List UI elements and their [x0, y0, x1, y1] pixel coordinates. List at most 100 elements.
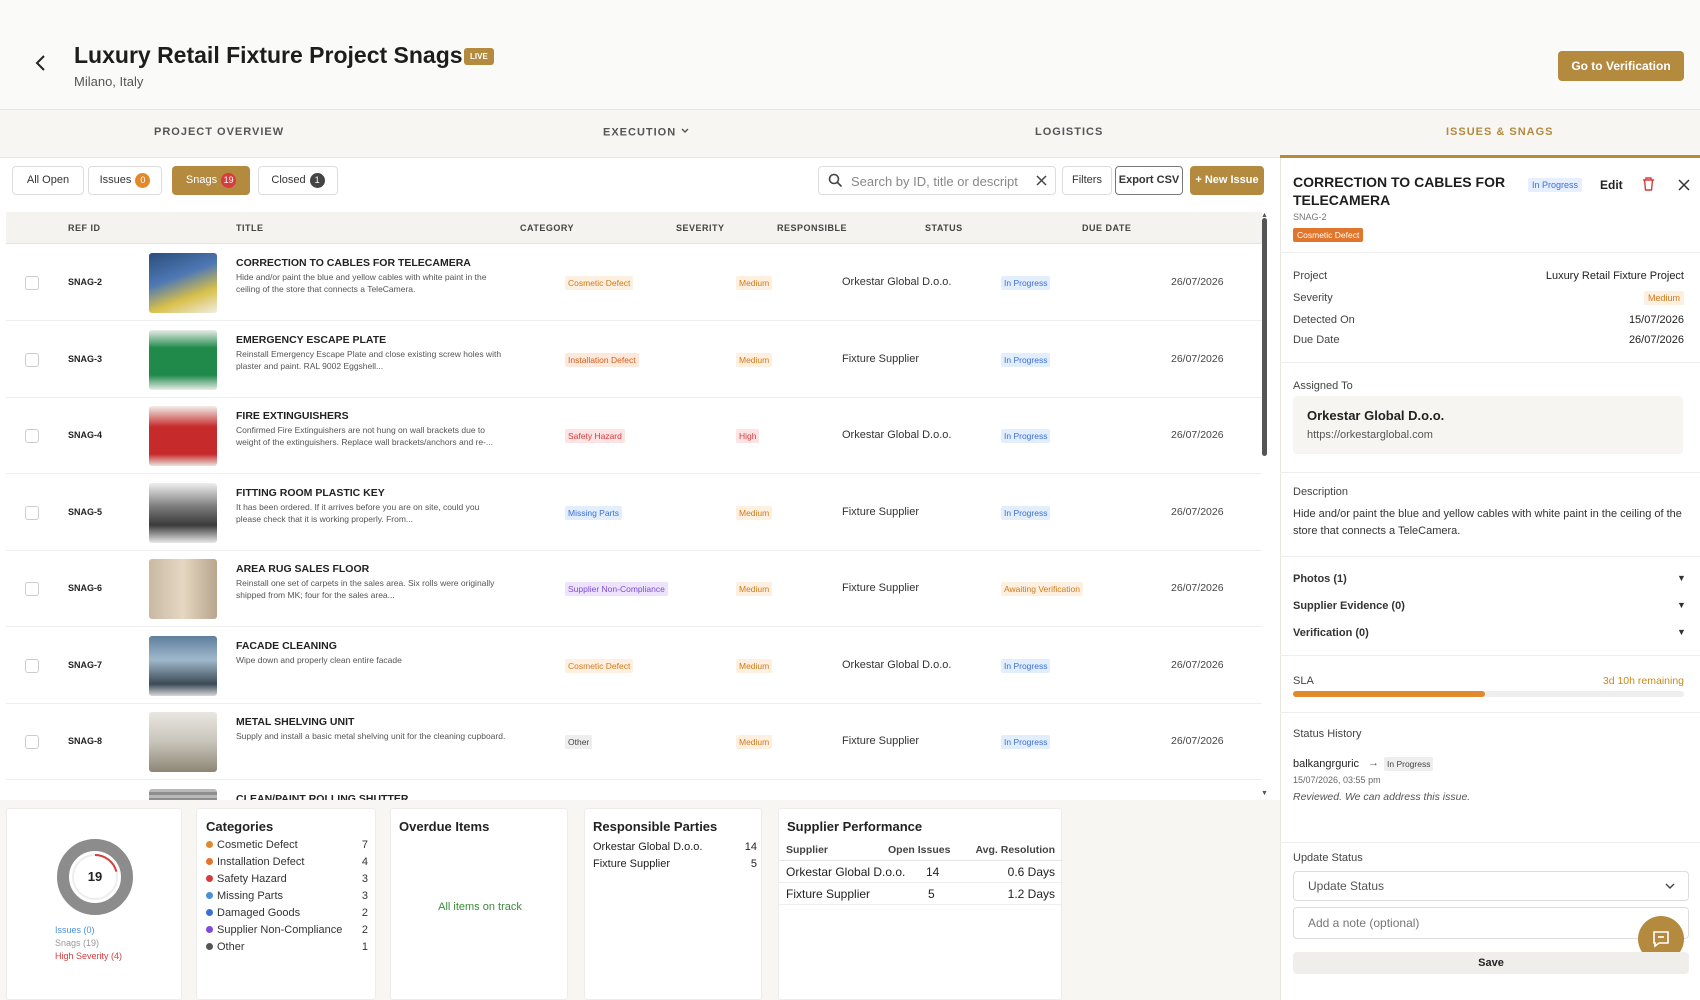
row-due-date: 26/07/2026	[1171, 658, 1224, 671]
row-description: Supply and install a basic metal shelvin…	[236, 731, 506, 741]
row-title[interactable]: AREA RUG SALES FLOOR	[236, 563, 369, 575]
scroll-up-icon[interactable]: ▲	[1261, 212, 1268, 219]
verification-toggle-icon[interactable]: ▼	[1677, 627, 1686, 637]
supplier-row: Fixture Supplier 5 1.2 Days	[779, 883, 1063, 905]
table-row[interactable]: SNAG-4 FIRE EXTINGUISHERS Confirmed Fire E…	[6, 398, 1262, 474]
field-project-value: Luxury Retail Fixture Project	[1545, 270, 1684, 282]
clear-search-icon[interactable]	[1035, 174, 1048, 190]
category-count: 2	[361, 907, 368, 919]
row-thumbnail[interactable]	[149, 329, 217, 390]
detail-category-badge: Cosmetic Defect	[1293, 228, 1364, 242]
export-csv-button[interactable]: Export CSV	[1115, 166, 1183, 195]
col-title[interactable]: TITLE	[236, 223, 264, 233]
save-button[interactable]: Save	[1293, 952, 1689, 974]
row-title[interactable]: EMERGENCY ESCAPE PLATE	[236, 334, 386, 346]
edit-button[interactable]: Edit	[1600, 178, 1623, 192]
row-responsible: Fixture Supplier	[842, 505, 920, 518]
update-status-select[interactable]: Update Status	[1293, 871, 1689, 901]
categories-list: Cosmetic Defect 7 Installation Defect 4 Safe…	[206, 839, 368, 958]
row-checkbox[interactable]	[25, 505, 39, 520]
category-item: Installation Defect 4	[206, 856, 368, 873]
supplier-evidence-section[interactable]: Supplier Evidence (0)	[1293, 600, 1405, 612]
row-thumbnail[interactable]	[149, 406, 217, 466]
category-item: Supplier Non-Compliance 2	[206, 924, 368, 941]
filter-closed-label: Closed	[271, 174, 306, 186]
row-thumbnail[interactable]	[149, 559, 217, 619]
row-thumbnail[interactable]	[149, 482, 217, 543]
category-dot-icon	[206, 909, 213, 916]
back-arrow-icon[interactable]	[30, 52, 52, 74]
row-checkbox[interactable]	[25, 429, 39, 443]
row-title[interactable]: FACADE CLEANING	[236, 640, 337, 652]
col-severity[interactable]: SEVERITY	[676, 223, 725, 233]
row-title[interactable]: FIRE EXTINGUISHERS	[236, 410, 349, 422]
tab-execution[interactable]: EXECUTION	[603, 126, 690, 139]
category-count: 3	[361, 873, 368, 885]
col-category[interactable]: CATEGORY	[520, 223, 574, 233]
row-title[interactable]: METAL SHELVING UNIT	[236, 716, 354, 728]
row-responsible: Orkestar Global D.o.o.	[842, 658, 952, 671]
scroll-down-icon[interactable]: ▼	[1261, 790, 1268, 797]
table-row[interactable]: SNAG-6 AREA RUG SALES FLOOR Reinstall one …	[6, 551, 1262, 627]
assigned-url[interactable]: https://orkestarglobal.com	[1307, 429, 1433, 441]
row-due-date: 26/07/2026	[1171, 429, 1224, 441]
photos-section[interactable]: Photos (1)	[1293, 573, 1347, 585]
field-detected-value: 15/07/2026	[1628, 314, 1684, 326]
table-row[interactable]: SNAG-3 EMERGENCY ESCAPE PLATE Reinstall Em…	[6, 321, 1262, 398]
note-input[interactable]: Add a note (optional)	[1293, 907, 1689, 939]
filters-button[interactable]: Filters	[1062, 166, 1112, 195]
tab-logistics[interactable]: LOGISTICS	[1035, 126, 1103, 138]
delete-icon[interactable]	[1641, 176, 1656, 195]
row-thumbnail[interactable]	[149, 635, 217, 696]
row-thumbnail[interactable]	[149, 712, 217, 772]
filter-issues[interactable]: Issues 0	[88, 166, 162, 195]
row-responsible: Fixture Supplier	[842, 352, 920, 365]
row-checkbox[interactable]	[25, 276, 39, 290]
row-responsible: Fixture Supplier	[842, 582, 920, 594]
supplier-col-avg: Avg. Resolution	[975, 844, 1055, 856]
category-badge: Other	[565, 735, 593, 749]
col-due-date[interactable]: DUE DATE	[1082, 223, 1131, 233]
col-ref-id[interactable]: REF ID	[68, 223, 101, 233]
supplier-table-header: Supplier Open Issues Avg. Resolution	[779, 839, 1063, 861]
col-responsible[interactable]: RESPONSIBLE	[777, 223, 847, 233]
tab-issues-snags[interactable]: ISSUES & SNAGS	[1446, 126, 1554, 138]
severity-badge: Medium	[736, 582, 773, 596]
tab-project-overview[interactable]: PROJECT OVERVIEW	[154, 126, 284, 138]
legend-issues: Issues (0)	[55, 925, 95, 935]
table-row[interactable]: SNAG-2 CORRECTION TO CABLES FOR TELECAMER…	[6, 245, 1262, 321]
col-status[interactable]: STATUS	[925, 223, 963, 233]
category-dot-icon	[206, 841, 213, 848]
filter-issues-label: Issues	[99, 174, 132, 186]
row-title[interactable]: FITTING ROOM PLASTIC KEY	[236, 487, 385, 499]
table-row[interactable]: SNAG-5 FITTING ROOM PLASTIC KEY It has bee…	[6, 474, 1262, 551]
row-checkbox[interactable]	[25, 352, 39, 367]
scrollbar-thumb[interactable]	[1262, 218, 1267, 456]
row-description: Confirmed Fire Extinguishers are not hun…	[236, 425, 494, 447]
search-input[interactable]: Search by ID, title or descript	[818, 166, 1056, 195]
table-row[interactable]: SNAG-7 FACADE CLEANING Wipe down and prope…	[6, 627, 1262, 704]
row-checkbox[interactable]	[25, 735, 39, 749]
filter-closed[interactable]: Closed 1	[258, 166, 338, 195]
filter-all-open[interactable]: All Open	[12, 166, 84, 195]
row-thumbnail[interactable]	[149, 253, 217, 313]
row-title[interactable]: CORRECTION TO CABLES FOR TELECAMERA	[236, 257, 471, 269]
go-to-verification-button[interactable]: Go to Verification	[1558, 51, 1684, 81]
legend-snags: Snags (19)	[55, 938, 100, 948]
verification-section[interactable]: Verification (0)	[1293, 627, 1369, 639]
photos-toggle-icon[interactable]: ▼	[1677, 573, 1686, 583]
new-issue-button[interactable]: + New Issue	[1190, 166, 1264, 195]
supplier-evidence-toggle-icon[interactable]: ▼	[1677, 600, 1686, 610]
note-placeholder: Add a note (optional)	[1308, 916, 1420, 930]
severity-badge: Medium	[736, 658, 773, 673]
live-badge: LIVE	[464, 48, 494, 65]
row-checkbox[interactable]	[25, 582, 39, 596]
table-header	[6, 212, 1262, 244]
row-ref-id: SNAG-2	[68, 277, 103, 287]
status-badge: In Progress	[1001, 735, 1051, 749]
filter-snags[interactable]: Snags 19	[172, 166, 250, 195]
close-icon[interactable]	[1678, 179, 1690, 194]
table-row[interactable]: SNAG-8 METAL SHELVING UNIT Supply and inst…	[6, 704, 1262, 780]
history-user: balkangrguric	[1293, 758, 1360, 770]
row-checkbox[interactable]	[25, 658, 39, 673]
